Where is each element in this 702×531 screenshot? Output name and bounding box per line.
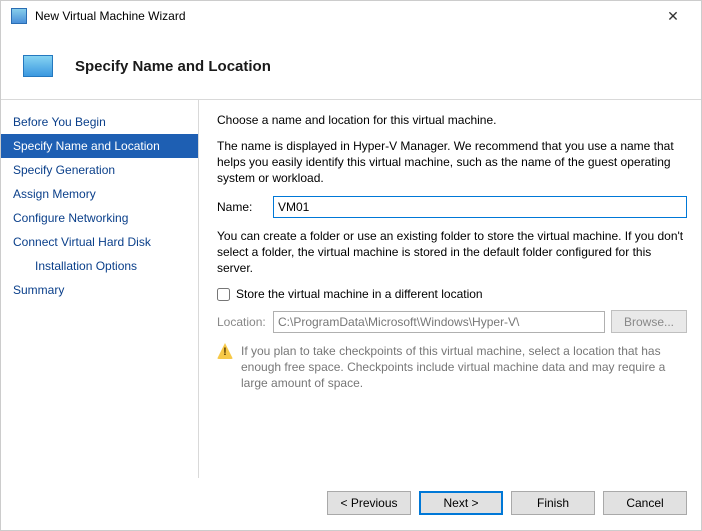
finish-button[interactable]: Finish [511,491,595,515]
name-row: Name: [217,196,687,218]
page-title: Specify Name and Location [75,58,271,75]
location-label: Location: [217,314,273,330]
warning-row: If you plan to take checkpoints of this … [217,343,687,391]
warning-text: If you plan to take checkpoints of this … [241,343,687,391]
sidebar-step-installation-options[interactable]: Installation Options [1,254,198,278]
header: Specify Name and Location [1,31,701,100]
name-input[interactable] [273,196,687,218]
titlebar: New Virtual Machine Wizard ✕ [1,1,701,31]
cancel-button[interactable]: Cancel [603,491,687,515]
close-icon[interactable]: ✕ [653,2,693,30]
previous-button[interactable]: < Previous [327,491,411,515]
browse-button: Browse... [611,310,687,333]
store-different-location-label: Store the virtual machine in a different… [236,286,483,302]
sidebar-step-specify-name-and-location[interactable]: Specify Name and Location [1,134,198,158]
footer: < Previous Next > Finish Cancel [1,478,701,528]
wizard-sidebar: Before You Begin Specify Name and Locati… [1,100,199,478]
next-button[interactable]: Next > [419,491,503,515]
location-input [273,311,605,333]
sidebar-step-assign-memory[interactable]: Assign Memory [1,182,198,206]
body: Before You Begin Specify Name and Locati… [1,100,701,478]
folder-description-text: You can create a folder or use an existi… [217,228,687,276]
sidebar-step-summary[interactable]: Summary [1,278,198,302]
wizard-icon [23,55,53,77]
location-row: Location: Browse... [217,310,687,333]
sidebar-step-configure-networking[interactable]: Configure Networking [1,206,198,230]
content-panel: Choose a name and location for this virt… [199,100,701,478]
sidebar-step-before-you-begin[interactable]: Before You Begin [1,110,198,134]
intro-text: Choose a name and location for this virt… [217,112,687,128]
warning-icon [217,343,233,359]
sidebar-step-connect-virtual-hard-disk[interactable]: Connect Virtual Hard Disk [1,230,198,254]
description-text: The name is displayed in Hyper-V Manager… [217,138,687,186]
store-different-location-row: Store the virtual machine in a different… [217,286,687,302]
store-different-location-checkbox[interactable] [217,288,230,301]
sidebar-step-specify-generation[interactable]: Specify Generation [1,158,198,182]
app-icon [11,8,27,24]
window-title: New Virtual Machine Wizard [35,9,653,23]
name-label: Name: [217,199,273,215]
